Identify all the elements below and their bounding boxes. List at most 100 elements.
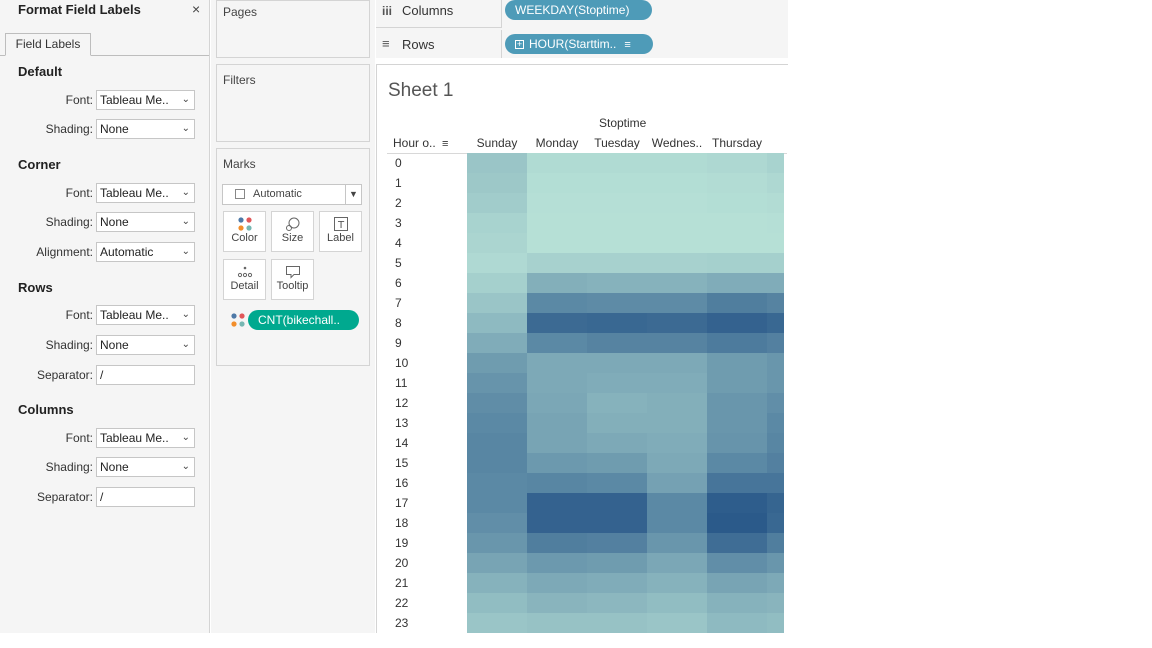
- heatmap-cell[interactable]: [767, 373, 784, 393]
- heatmap-cell[interactable]: [767, 353, 784, 373]
- heatmap-cell[interactable]: [767, 513, 784, 533]
- pages-card[interactable]: Pages: [216, 0, 370, 58]
- heatmap-cell[interactable]: [467, 353, 527, 373]
- heatmap-cell[interactable]: [587, 233, 647, 253]
- heatmap-cell[interactable]: [767, 313, 784, 333]
- heatmap-cell[interactable]: [467, 173, 527, 193]
- heatmap-cell[interactable]: [707, 213, 767, 233]
- column-header[interactable]: Tuesday: [587, 136, 647, 150]
- row-header[interactable]: 0: [395, 156, 402, 170]
- heatmap-cell[interactable]: [647, 613, 707, 633]
- columns-separator-field[interactable]: /: [96, 487, 195, 507]
- heatmap-cell[interactable]: [467, 493, 527, 513]
- columns-font-dropdown[interactable]: Tableau Me.. ⌄: [96, 428, 195, 448]
- heatmap-cell[interactable]: [767, 293, 784, 313]
- heatmap-cell[interactable]: [467, 453, 527, 473]
- heatmap-cell[interactable]: [587, 433, 647, 453]
- heatmap-cell[interactable]: [527, 473, 587, 493]
- heatmap-cell[interactable]: [647, 193, 707, 213]
- heatmap-cell[interactable]: [527, 353, 587, 373]
- heatmap-cell[interactable]: [647, 553, 707, 573]
- heatmap-cell[interactable]: [527, 393, 587, 413]
- heatmap-cell[interactable]: [467, 513, 527, 533]
- heatmap-cell[interactable]: [527, 333, 587, 353]
- heatmap-cell[interactable]: [707, 413, 767, 433]
- heatmap-cell[interactable]: [767, 433, 784, 453]
- corner-font-dropdown[interactable]: Tableau Me.. ⌄: [96, 183, 195, 203]
- tab-field-labels[interactable]: Field Labels: [5, 33, 91, 56]
- heatmap-cell[interactable]: [707, 193, 767, 213]
- heatmap-cell[interactable]: [707, 513, 767, 533]
- filters-card[interactable]: Filters: [216, 64, 370, 142]
- row-header[interactable]: 8: [395, 316, 402, 330]
- heatmap-cell[interactable]: [587, 593, 647, 613]
- heatmap-cell[interactable]: [767, 193, 784, 213]
- heatmap-cell[interactable]: [467, 233, 527, 253]
- heatmap-cell[interactable]: [767, 413, 784, 433]
- heatmap-cell[interactable]: [467, 253, 527, 273]
- heatmap-cell[interactable]: [707, 533, 767, 553]
- heatmap-cell[interactable]: [707, 253, 767, 273]
- heatmap-cell[interactable]: [527, 233, 587, 253]
- heatmap-cell[interactable]: [647, 233, 707, 253]
- heatmap-cell[interactable]: [467, 393, 527, 413]
- heatmap-cell[interactable]: [587, 273, 647, 293]
- rows-font-dropdown[interactable]: Tableau Me.. ⌄: [96, 305, 195, 325]
- heatmap-cell[interactable]: [587, 553, 647, 573]
- heatmap-cell[interactable]: [647, 413, 707, 433]
- weekday-stoptime-pill[interactable]: WEEKDAY(Stoptime): [505, 0, 652, 20]
- heatmap-cell[interactable]: [767, 573, 784, 593]
- heatmap-cell[interactable]: [527, 173, 587, 193]
- heatmap-cell[interactable]: [587, 153, 647, 173]
- heatmap-cell[interactable]: [587, 413, 647, 433]
- heatmap-cell[interactable]: [587, 573, 647, 593]
- heatmap-cell[interactable]: [707, 433, 767, 453]
- heatmap-cell[interactable]: [647, 373, 707, 393]
- heatmap-cell[interactable]: [527, 193, 587, 213]
- row-header[interactable]: 5: [395, 256, 402, 270]
- heatmap-cell[interactable]: [767, 153, 784, 173]
- heatmap-cell[interactable]: [527, 153, 587, 173]
- default-shading-dropdown[interactable]: None ⌄: [96, 119, 195, 139]
- heatmap-cell[interactable]: [467, 333, 527, 353]
- heatmap-cell[interactable]: [647, 273, 707, 293]
- heatmap-cell[interactable]: [767, 593, 784, 613]
- heatmap-cell[interactable]: [587, 253, 647, 273]
- heatmap-cell[interactable]: [527, 213, 587, 233]
- heatmap-cell[interactable]: [527, 573, 587, 593]
- heatmap-cell[interactable]: [767, 493, 784, 513]
- row-header[interactable]: 1: [395, 176, 402, 190]
- column-header[interactable]: Wednes..: [647, 136, 707, 150]
- heatmap-cell[interactable]: [647, 173, 707, 193]
- heatmap-cell[interactable]: [647, 293, 707, 313]
- heatmap-cell[interactable]: [467, 373, 527, 393]
- heatmap-cell[interactable]: [587, 293, 647, 313]
- heatmap-cell[interactable]: [707, 613, 767, 633]
- heatmap-cell[interactable]: [707, 353, 767, 373]
- heatmap-cell[interactable]: [767, 273, 784, 293]
- heatmap-cell[interactable]: [767, 473, 784, 493]
- heatmap-cell[interactable]: [587, 493, 647, 513]
- column-header[interactable]: Sunday: [467, 136, 527, 150]
- heatmap-cell[interactable]: [467, 593, 527, 613]
- heatmap-cell[interactable]: [527, 413, 587, 433]
- color-button[interactable]: Color: [223, 211, 266, 252]
- heatmap-cell[interactable]: [587, 393, 647, 413]
- heatmap-cell[interactable]: [587, 193, 647, 213]
- heatmap-cell[interactable]: [647, 433, 707, 453]
- heatmap-cell[interactable]: [707, 373, 767, 393]
- heatmap-cell[interactable]: [707, 293, 767, 313]
- heatmap-cell[interactable]: [527, 373, 587, 393]
- heatmap-cell[interactable]: [647, 573, 707, 593]
- heatmap-cell[interactable]: [707, 553, 767, 573]
- row-header[interactable]: 11: [395, 376, 407, 390]
- heatmap-cell[interactable]: [467, 273, 527, 293]
- heatmap-cell[interactable]: [467, 473, 527, 493]
- heatmap-cell[interactable]: [647, 353, 707, 373]
- heatmap-cell[interactable]: [587, 613, 647, 633]
- heatmap-cell[interactable]: [587, 213, 647, 233]
- heatmap-cell[interactable]: [527, 313, 587, 333]
- heatmap-cell[interactable]: [707, 573, 767, 593]
- heatmap-cell[interactable]: [707, 333, 767, 353]
- heatmap-cell[interactable]: [647, 533, 707, 553]
